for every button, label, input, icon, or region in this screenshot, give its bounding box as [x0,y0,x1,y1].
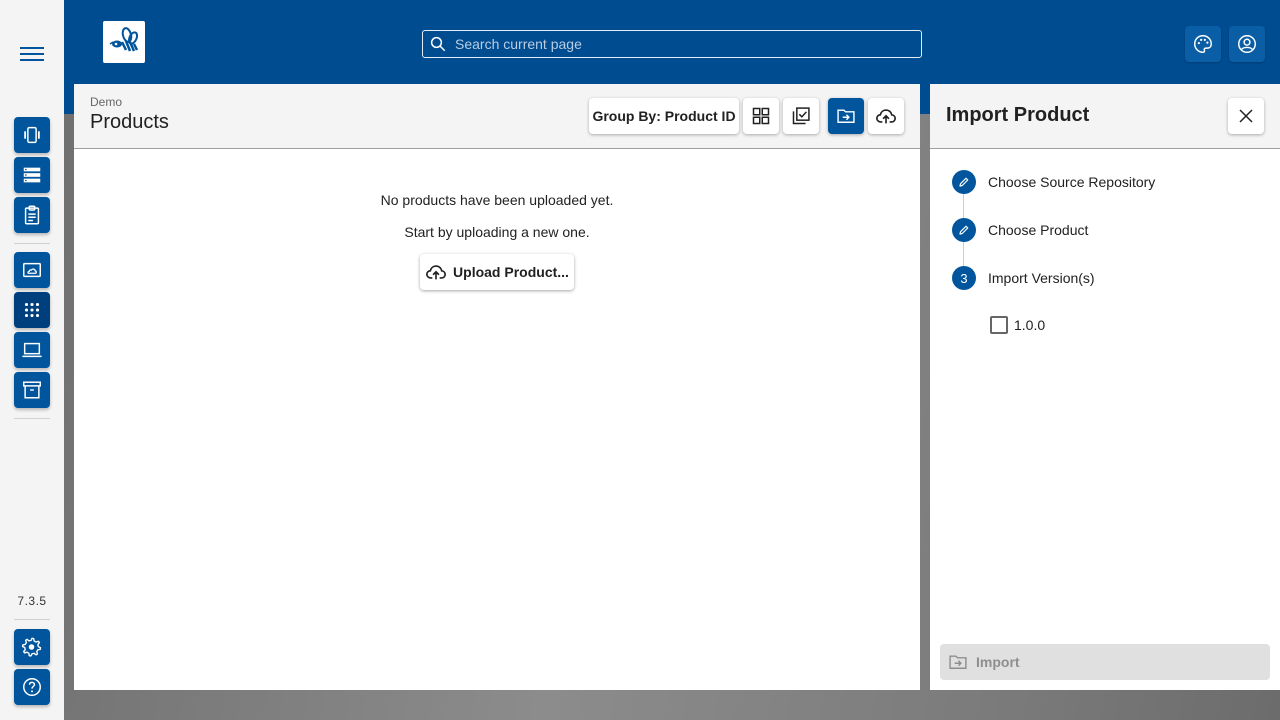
apps-grid-icon [24,302,40,318]
empty-state-message: No products have been uploaded yet. [380,192,614,208]
search-field[interactable] [422,30,922,58]
rail-divider [14,619,50,620]
rail-item-apps[interactable] [14,292,50,328]
rail-item-cloud-image[interactable] [14,252,50,288]
import-product-panel: Import Product Choose Source Repository … [930,84,1280,690]
page-title: Products [90,111,169,133]
navigation-rail: 7.3.5 [0,0,64,720]
group-by-button[interactable]: Group By: Product ID [589,98,739,134]
cloud-upload-icon [876,109,896,124]
palette-icon [1194,35,1212,53]
archive-icon [23,381,41,399]
folder-import-icon [837,109,855,123]
step-label: Choose Product [988,222,1089,238]
grid-icon [752,107,770,125]
step-label: Choose Source Repository [988,174,1156,190]
cloud-frame-icon [23,262,41,278]
clipboard-icon [24,205,40,225]
stepper-connector [963,194,964,218]
grid-view-button[interactable] [743,98,779,134]
step-choose-product[interactable]: Choose Product [952,218,1088,242]
version-label: 1.0.0 [1014,317,1046,333]
empty-state-hint: Start by uploading a new one. [404,224,590,240]
step-label: Import Version(s) [988,270,1095,286]
rail-item-archive[interactable] [14,372,50,408]
rail-divider [14,418,50,419]
search-input[interactable] [455,36,895,52]
gear-icon [21,637,42,657]
app-version: 7.3.5 [17,594,47,608]
menu-icon [20,47,44,61]
vibration-icon [24,126,40,144]
rail-item-servers[interactable] [14,157,50,193]
step-import-versions[interactable]: 3 Import Version(s) [952,266,1095,290]
breadcrumb[interactable]: Demo [90,95,122,109]
import-button[interactable]: Import [940,644,1270,680]
panel-title: Import Product [946,104,1090,126]
account-circle-icon [1238,35,1256,53]
step-number-badge: 3 [952,266,976,290]
rail-divider [14,243,50,244]
rail-item-devices[interactable] [14,117,50,153]
search-icon [430,36,446,52]
bee-logo-icon [109,27,139,52]
upload-product-button[interactable]: Upload Product... [420,254,574,290]
products-panel: Demo Products Group By: Product ID No pr… [74,84,920,690]
close-icon [1239,109,1253,123]
rail-item-settings[interactable] [14,629,50,665]
bee-logo[interactable] [103,21,145,63]
multi-select-button[interactable] [783,98,819,134]
edit-step-badge [952,170,976,194]
hamburger-menu-button[interactable] [16,40,48,68]
rail-item-help[interactable] [14,669,50,705]
version-checkbox-row[interactable]: 1.0.0 [990,316,1045,334]
edit-step-badge [952,218,976,242]
version-checkbox[interactable] [990,316,1008,334]
laptop-icon [22,342,42,358]
cloud-upload-icon [426,265,447,280]
storage-icon [23,167,41,183]
products-header: Demo Products Group By: Product ID [74,84,920,149]
pencil-icon [959,225,969,235]
folder-import-icon [949,655,967,669]
close-panel-button[interactable] [1228,98,1264,134]
upload-product-label: Upload Product... [453,264,569,280]
library-check-icon [792,107,810,125]
rail-item-laptop[interactable] [14,332,50,368]
import-product-button[interactable] [828,98,864,134]
rail-item-clipboard[interactable] [14,197,50,233]
theme-palette-button[interactable] [1185,26,1221,62]
pencil-icon [959,177,969,187]
help-icon [23,678,41,696]
upload-button[interactable] [868,98,904,134]
stepper-connector [963,242,964,266]
import-product-header: Import Product [930,84,1280,149]
import-label: Import [976,654,1020,670]
user-account-button[interactable] [1229,26,1265,62]
step-choose-source-repository[interactable]: Choose Source Repository [952,170,1155,194]
